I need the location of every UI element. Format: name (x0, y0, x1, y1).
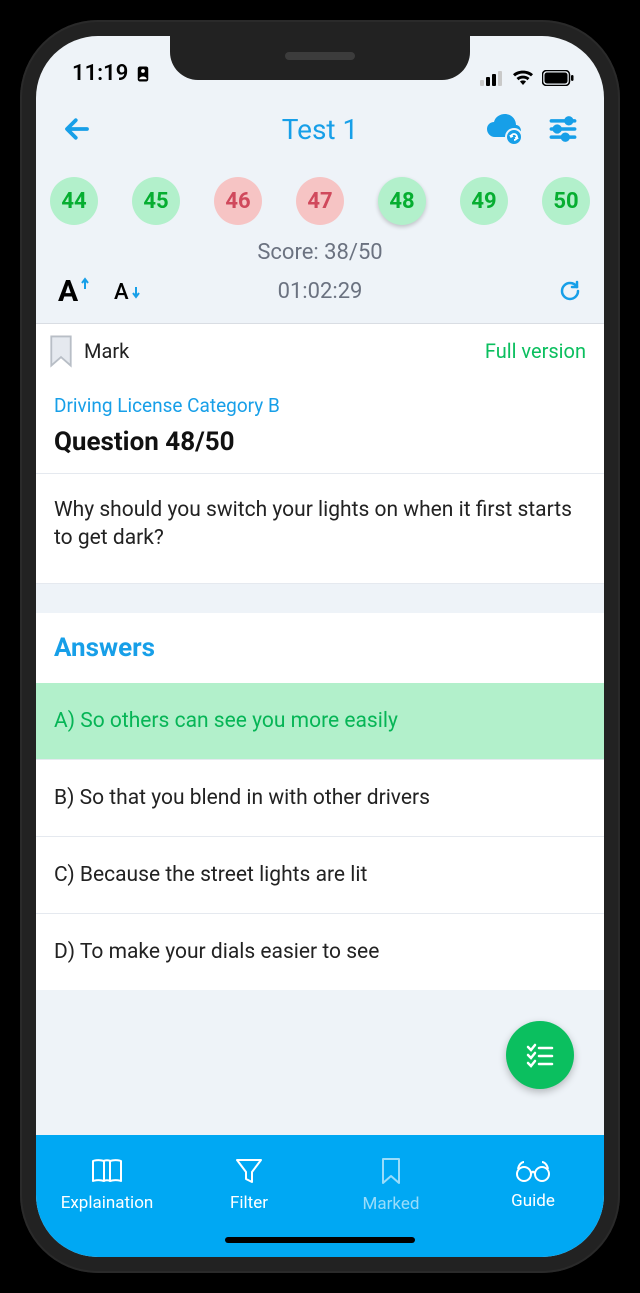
checklist-fab[interactable] (506, 1021, 574, 1089)
mark-label: Mark (84, 339, 129, 363)
wifi-icon (512, 70, 534, 86)
tab-label: Filter (230, 1193, 268, 1213)
bookmark-outline-icon (378, 1156, 404, 1186)
svg-text:A: A (114, 280, 129, 305)
question-number: Question 48/50 (54, 427, 586, 457)
checklist-icon (524, 1039, 556, 1071)
phone-frame: 11:19 (20, 20, 620, 1273)
tab-label: Guide (511, 1191, 555, 1211)
tab-filter[interactable]: Filter (178, 1135, 320, 1235)
question-pill-45[interactable]: 45 (132, 177, 180, 225)
glasses-icon (515, 1159, 551, 1183)
question-pill-47[interactable]: 47 (296, 177, 344, 225)
answer-list: A) So others can see you more easilyB) S… (36, 683, 604, 990)
score-label: Score: 38/50 (36, 240, 604, 265)
portrait-icon (134, 65, 152, 83)
answer-option[interactable]: B) So that you blend in with other drive… (36, 759, 604, 836)
font-decrease-icon: A (114, 277, 146, 305)
answers-header: Answers (36, 613, 604, 683)
tab-guide[interactable]: Guide (462, 1135, 604, 1235)
font-increase-icon: A (58, 275, 94, 307)
answer-option[interactable]: C) Because the street lights are lit (36, 836, 604, 913)
back-button[interactable] (62, 114, 92, 144)
tab-marked[interactable]: Marked (320, 1135, 462, 1235)
question-text: Why should you switch your lights on whe… (36, 474, 604, 583)
tab-label: Explaination (61, 1193, 154, 1213)
top-bar: Test 1 (36, 92, 604, 166)
cloud-sync-button[interactable] (484, 113, 524, 145)
font-increase-button[interactable]: A (58, 275, 94, 307)
timer-label: 01:02:29 (278, 279, 363, 304)
timer-row: A A 01:02:29 (36, 265, 604, 323)
question-pill-48[interactable]: 48 (378, 177, 426, 225)
settings-button[interactable] (548, 115, 578, 143)
font-decrease-button[interactable]: A (114, 277, 146, 305)
cellular-signal-icon (480, 70, 504, 86)
battery-icon (542, 70, 574, 86)
category-label: Driving License Category B (54, 394, 586, 417)
notch (170, 36, 470, 80)
question-pill-49[interactable]: 49 (460, 177, 508, 225)
status-time-area: 11:19 (72, 61, 152, 86)
home-indicator (225, 1237, 415, 1243)
back-arrow-icon (62, 114, 92, 144)
tab-label: Marked (363, 1194, 420, 1214)
mark-button[interactable]: Mark (46, 334, 129, 368)
svg-text:A: A (58, 275, 79, 307)
question-pills: 44 45 46 47 48 49 50 (36, 166, 604, 236)
cloud-sync-icon (484, 113, 524, 145)
divider-gap (36, 583, 604, 613)
question-pill-46[interactable]: 46 (214, 177, 262, 225)
phone-screen: 11:19 (36, 36, 604, 1257)
status-indicators (480, 70, 574, 86)
page-title: Test 1 (172, 113, 468, 146)
refresh-icon (558, 279, 582, 303)
bookmark-icon (46, 334, 76, 368)
answer-option[interactable]: A) So others can see you more easily (36, 683, 604, 759)
full-version-link[interactable]: Full version (485, 339, 586, 363)
status-time: 11:19 (72, 61, 128, 86)
book-icon (90, 1157, 124, 1185)
tab-explanation[interactable]: Explaination (36, 1135, 178, 1235)
refresh-button[interactable] (558, 279, 582, 303)
funnel-icon (234, 1157, 264, 1185)
sliders-icon (548, 115, 578, 143)
earpiece (285, 52, 355, 60)
question-pill-50[interactable]: 50 (542, 177, 590, 225)
question-pill-44[interactable]: 44 (50, 177, 98, 225)
answer-option[interactable]: D) To make your dials easier to see (36, 913, 604, 990)
mark-row: Mark Full version (36, 324, 604, 378)
